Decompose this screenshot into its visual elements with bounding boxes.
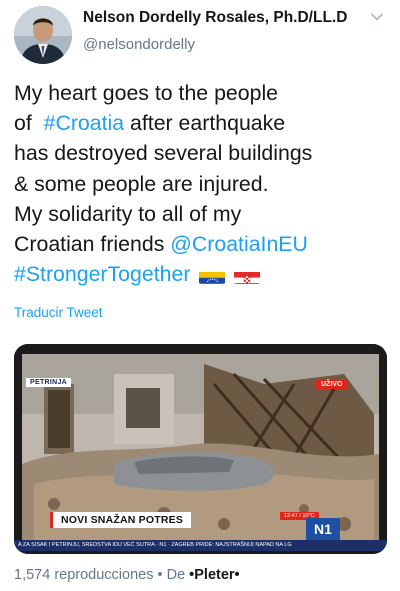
tweet-line: My solidarity to all of my (14, 199, 394, 229)
avatar[interactable] (14, 6, 72, 64)
tweet-header: Nelson Dordelly Rosales, Ph.D/LL.D @nels… (0, 0, 400, 70)
tweet-line: My heart goes to the people (14, 78, 394, 108)
tweet-line: has destroyed several buildings (14, 138, 394, 168)
tweet-text-segment: Croatian friends (14, 232, 171, 257)
hashtag-link-strongertogether[interactable]: #StrongerTogether (14, 262, 190, 286)
user-handle[interactable]: @nelsondordelly (83, 36, 195, 53)
video-media[interactable]: PETRINJA UŽIVO NOVI SNAŽAN POTRES 12:47 … (14, 344, 387, 554)
tweet-line: Croatian friends @CroatiaInEU (14, 229, 394, 259)
tweet-text-segment: My heart goes to the people (14, 81, 279, 105)
channel-logo: N1 (306, 518, 340, 540)
tweet-text-segment: My solidarity to all of my (14, 201, 242, 226)
tweet-text-segment: after earthquake (124, 111, 286, 136)
mention-link-croatiaineu[interactable]: @CroatiaInEU (170, 232, 308, 256)
source-author-link[interactable]: •Pleter• (189, 567, 239, 583)
display-name[interactable]: Nelson Dordelly Rosales, Ph.D/LL.D (83, 9, 347, 27)
venezuela-flag-icon (199, 267, 226, 285)
hashtag-link-croatia[interactable]: #Croatia (44, 111, 125, 135)
video-stats: 1,574 reproducciones • De •Pleter• (14, 567, 240, 583)
translate-tweet-link[interactable]: Traducir Tweet (14, 305, 103, 320)
tweet-line: of #Croatia after earthquake (14, 108, 394, 138)
croatia-flag-icon (234, 267, 261, 285)
chevron-down-icon[interactable] (369, 9, 385, 25)
location-tag: PETRINJA (26, 378, 72, 387)
view-count: 1,574 reproducciones (14, 567, 154, 583)
news-ticker: A ZA SISAK I PETRINJU, SREDSTVA IDU VEĆ … (14, 540, 387, 551)
stats-separator: • De (153, 567, 190, 583)
tweet-text-segment: of (14, 111, 44, 136)
news-headline: NOVI SNAŽAN POTRES (50, 512, 192, 528)
tweet-line: & some people are injured. (14, 169, 394, 199)
tweet-text: My heart goes to the people of #Croatia … (14, 78, 394, 289)
tweet-text-segment: has destroyed several buildings (14, 141, 313, 166)
tweet-line: #StrongerTogether (14, 259, 394, 289)
live-badge: UŽIVO (316, 380, 348, 389)
tweet-text-segment: & some people are injured. (14, 171, 269, 196)
